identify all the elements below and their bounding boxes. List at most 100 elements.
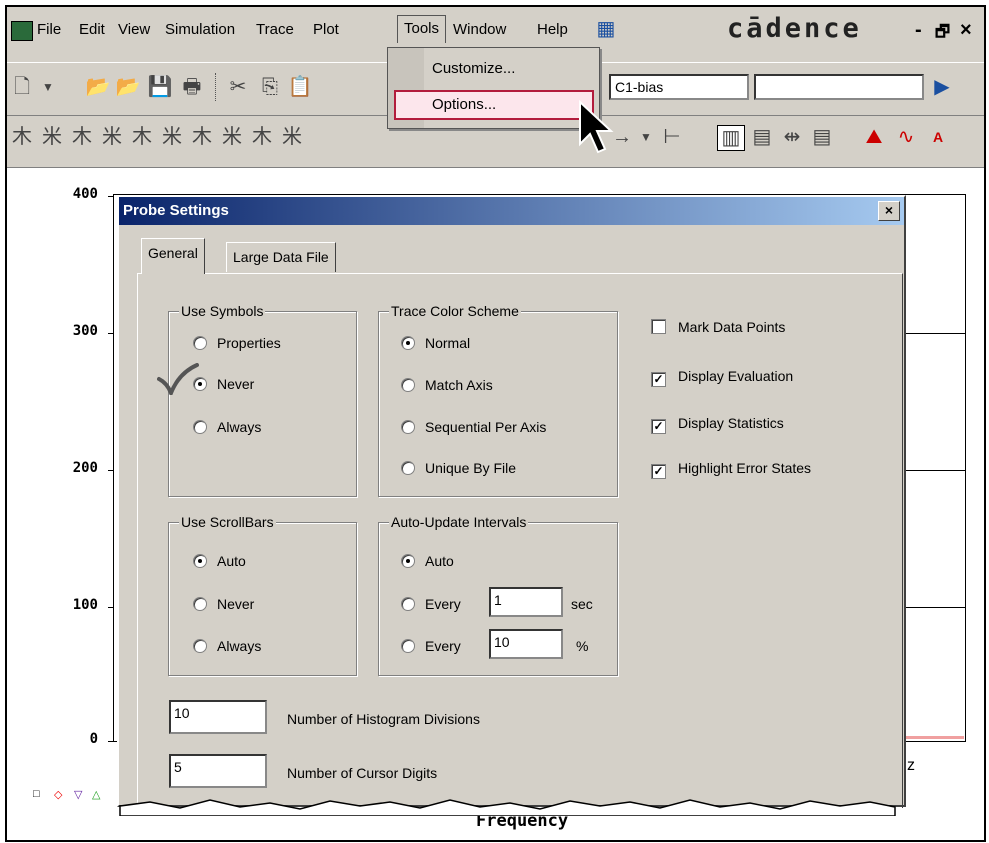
radio-update-auto[interactable]: Auto <box>401 553 454 569</box>
marker-icon[interactable]: ⽊ <box>69 125 95 149</box>
radio-button[interactable] <box>193 639 207 653</box>
app-icon[interactable] <box>11 21 33 41</box>
marker-icon[interactable]: ⽊ <box>189 125 215 149</box>
radio-color-normal[interactable]: Normal <box>401 335 470 351</box>
radio-symbols-always[interactable]: Always <box>193 419 261 435</box>
checkbox-display-statistics[interactable]: ✓ Display Statistics <box>651 415 784 434</box>
checkbox-mark-data-points[interactable]: Mark Data Points <box>651 319 785 335</box>
list-icon[interactable]: ▤ <box>809 125 835 149</box>
marker-icon[interactable]: ⽊ <box>249 125 275 149</box>
radio-button[interactable] <box>401 639 415 653</box>
radio-button[interactable] <box>401 420 415 434</box>
seconds-unit-label: sec <box>571 596 593 612</box>
axis-icon[interactable]: ⊢ <box>659 125 685 149</box>
radio-button[interactable] <box>401 554 415 568</box>
radio-scrollbars-always[interactable]: Always <box>193 638 261 654</box>
marker-icon[interactable]: ⽊ <box>129 125 155 149</box>
dialog-close-button[interactable]: × <box>878 201 900 221</box>
run-icon[interactable]: ▶ <box>929 75 955 99</box>
cut-icon[interactable]: ✂ <box>225 75 251 99</box>
checkbox-box[interactable]: ✓ <box>651 464 666 479</box>
tab-large-data-file[interactable]: Large Data File <box>226 242 336 272</box>
menu-edit[interactable]: Edit <box>79 21 105 38</box>
radio-label: Always <box>217 638 262 654</box>
torn-edge-decoration <box>119 799 896 816</box>
radio-symbols-properties[interactable]: Properties <box>193 335 281 351</box>
radio-color-unique-by-file[interactable]: Unique By File <box>401 460 516 476</box>
marker-icon[interactable]: ⽊ <box>9 125 35 149</box>
print-icon[interactable]: 🖶 <box>179 75 205 99</box>
radio-color-sequential[interactable]: Sequential Per Axis <box>401 419 546 435</box>
dropdown-arrow-icon[interactable]: ▼ <box>35 75 61 99</box>
marker-icon[interactable]: ⽶ <box>159 125 185 149</box>
menu-item-options[interactable]: Options... <box>432 96 496 113</box>
checkbox-display-evaluation[interactable]: ✓ Display Evaluation <box>651 368 793 387</box>
menu-view[interactable]: View <box>118 21 150 38</box>
radio-symbols-never[interactable]: Never <box>193 376 254 392</box>
cursor-digits-input[interactable]: 5 <box>169 754 267 788</box>
label-icon[interactable]: A <box>925 125 951 149</box>
radio-button[interactable] <box>401 378 415 392</box>
menu-tools[interactable]: Tools <box>397 15 447 43</box>
marker-icon[interactable]: ⽶ <box>219 125 245 149</box>
menu-plot[interactable]: Plot <box>313 21 339 38</box>
sweep-icon[interactable]: ⇹ <box>779 125 805 149</box>
minimize-button[interactable]: - <box>915 19 922 42</box>
marker-icon[interactable]: ⽶ <box>39 125 65 149</box>
paste-icon[interactable]: 📋 <box>287 75 313 99</box>
radio-button[interactable] <box>401 597 415 611</box>
radio-color-match-axis[interactable]: Match Axis <box>401 377 493 393</box>
dialog-title-bar[interactable]: Probe Settings × <box>119 197 904 225</box>
trace-line <box>896 736 964 739</box>
simulation-combo[interactable] <box>754 74 924 100</box>
performance-icon[interactable]: ⛰ <box>861 125 887 149</box>
histogram-divisions-label: Number of Histogram Divisions <box>287 711 480 727</box>
radio-scrollbars-auto[interactable]: Auto <box>193 553 246 569</box>
y-tick-label: 0 <box>89 731 98 747</box>
checkbox-highlight-error-states[interactable]: ✓ Highlight Error States <box>651 460 811 479</box>
open-folder-icon[interactable]: 📂 <box>85 75 111 99</box>
cadence-logo: cādence <box>727 13 862 44</box>
menu-window[interactable]: Window <box>453 21 506 38</box>
radio-update-every-sec[interactable]: Every <box>401 596 461 612</box>
dropdown-arrow-icon[interactable]: ▼ <box>633 125 659 149</box>
save-icon[interactable]: 💾 <box>147 75 173 99</box>
y-tick-mark <box>108 333 114 334</box>
radio-button[interactable] <box>193 420 207 434</box>
menu-help[interactable]: Help <box>537 21 568 38</box>
radio-button[interactable] <box>193 597 207 611</box>
fft-icon[interactable]: ▤ <box>749 125 775 149</box>
measurement-icon[interactable]: ∿ <box>893 125 919 149</box>
copy-icon[interactable]: ⎘ <box>257 75 283 99</box>
checkbox-label: Highlight Error States <box>678 460 812 476</box>
update-seconds-input[interactable]: 1 <box>489 587 563 617</box>
checkbox-box[interactable]: ✓ <box>651 419 666 434</box>
radio-button[interactable] <box>193 336 207 350</box>
y-tick-label: 400 <box>72 186 98 202</box>
marker-icon[interactable]: ⽶ <box>279 125 305 149</box>
radio-button[interactable] <box>401 336 415 350</box>
radio-update-every-percent[interactable]: Every <box>401 638 461 654</box>
radio-button[interactable] <box>401 461 415 475</box>
table-icon[interactable]: ▥ <box>717 125 745 151</box>
restore-button[interactable]: 🗗 <box>935 21 950 48</box>
tab-general[interactable]: General <box>141 238 205 274</box>
menu-trace[interactable]: Trace <box>256 21 294 38</box>
menu-simulation[interactable]: Simulation <box>165 21 235 38</box>
marker-icon[interactable]: ⽶ <box>99 125 125 149</box>
close-window-button[interactable]: × <box>960 19 972 42</box>
update-percent-input[interactable]: 10 <box>489 629 563 659</box>
probe-icon[interactable]: ▦ <box>593 17 619 41</box>
profile-combo[interactable]: C1-bias <box>609 74 749 100</box>
histogram-divisions-input[interactable]: 10 <box>169 700 267 734</box>
checkbox-label: Display Evaluation <box>678 368 794 384</box>
group-title: Trace Color Scheme <box>389 303 521 319</box>
menu-item-customize[interactable]: Customize... <box>432 60 515 77</box>
radio-scrollbars-never[interactable]: Never <box>193 596 254 612</box>
checkbox-box[interactable]: ✓ <box>651 372 666 387</box>
radio-button[interactable] <box>193 554 207 568</box>
checkbox-box[interactable] <box>651 319 666 334</box>
menu-file[interactable]: File <box>37 21 61 38</box>
append-folder-icon[interactable]: 📂 <box>115 75 141 99</box>
new-file-icon[interactable]: 🗋 <box>9 75 35 99</box>
